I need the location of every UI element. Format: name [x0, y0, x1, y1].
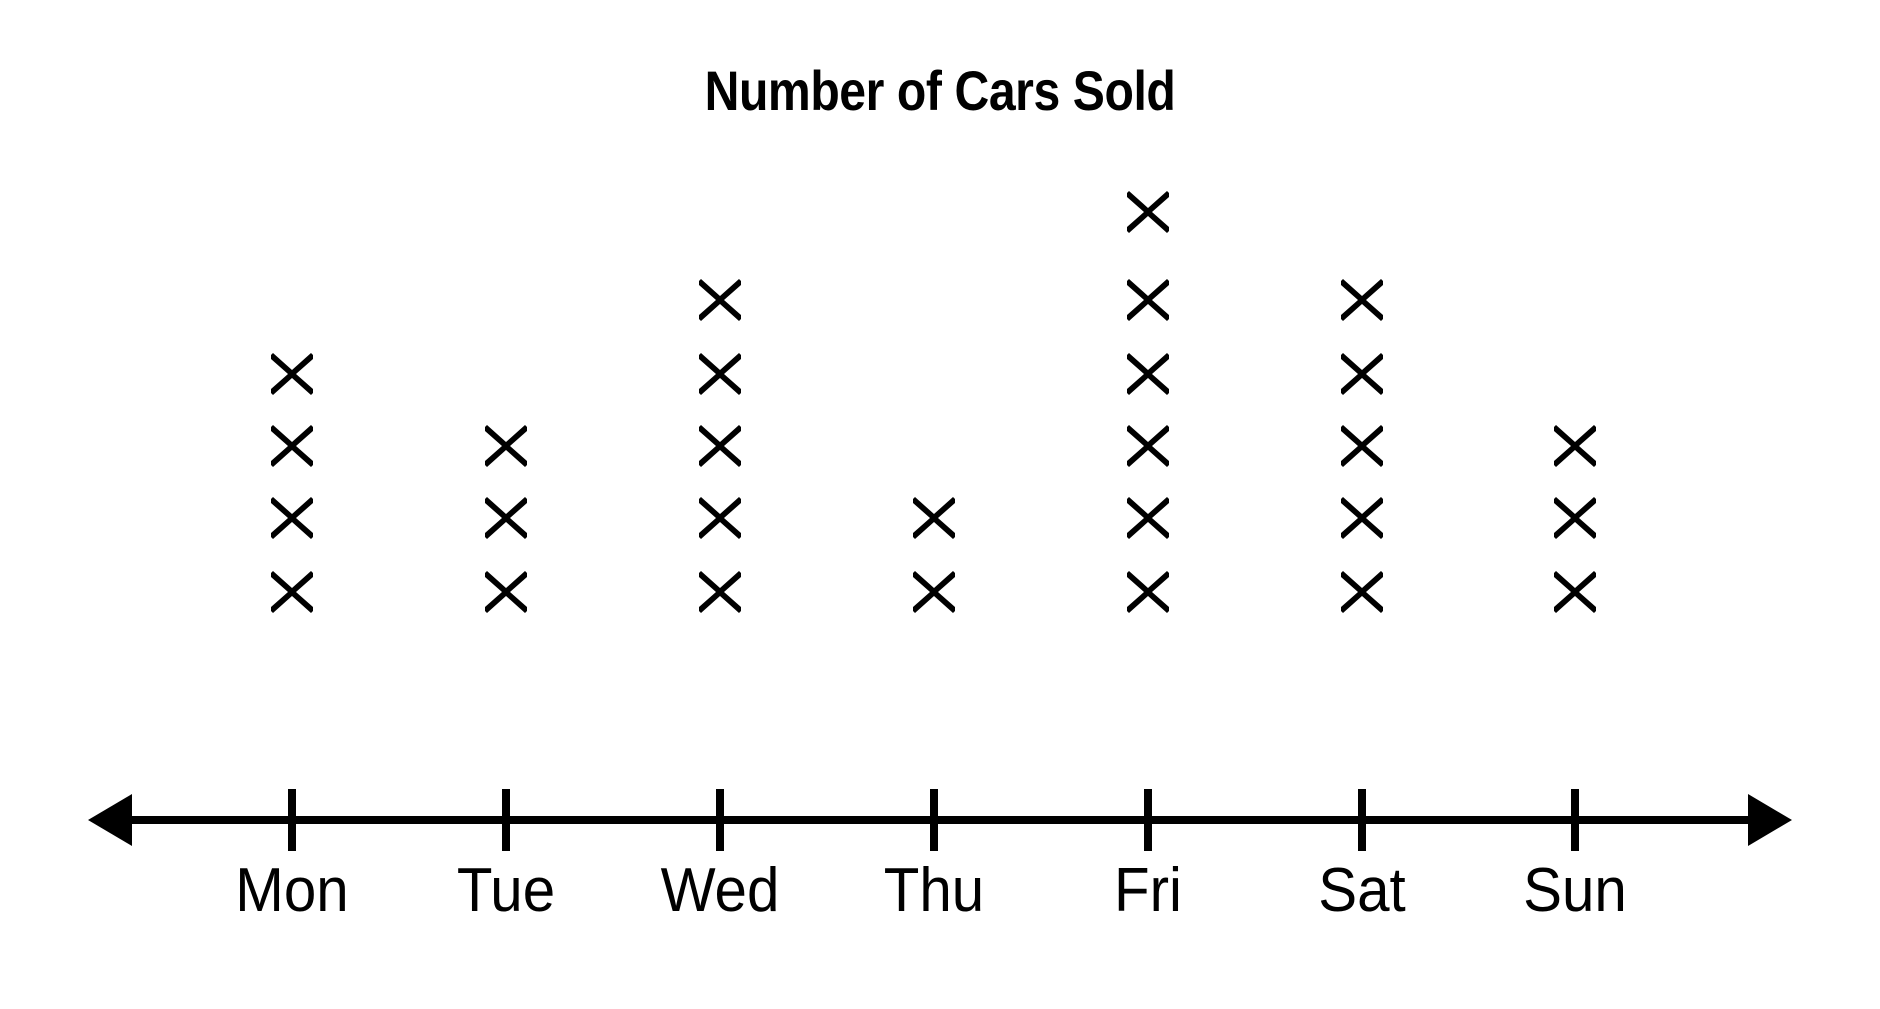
data-marker-x: [692, 490, 748, 546]
x-axis-label-mon: Mon: [235, 856, 349, 925]
data-marker-x: [264, 418, 320, 474]
data-marker-x: [264, 564, 320, 620]
x-axis-label-sun: Sun: [1523, 856, 1627, 925]
data-marker-x: [264, 346, 320, 402]
data-marker-x: [692, 564, 748, 620]
data-marker-x: [1334, 564, 1390, 620]
x-axis-label-tue: Tue: [456, 856, 556, 925]
data-marker-x: [692, 418, 748, 474]
data-marker-x: [1120, 490, 1176, 546]
data-marker-x: [264, 490, 320, 546]
data-marker-x: [1120, 272, 1176, 328]
data-marker-x: [1120, 184, 1176, 240]
data-marker-x: [1334, 272, 1390, 328]
data-marker-x: [1120, 346, 1176, 402]
data-marker-x: [692, 272, 748, 328]
dot-plot-figure: Number of Cars Sold Mon Tue Wed Thu Fri Sat Su…: [0, 0, 1880, 1009]
x-axis-label-wed: Wed: [660, 856, 780, 925]
data-marker-x: [1334, 418, 1390, 474]
data-marker-x: [478, 490, 534, 546]
data-marker-x: [1547, 564, 1603, 620]
data-marker-x: [906, 564, 962, 620]
x-axis-label-sat: Sat: [1318, 856, 1406, 925]
data-marker-x: [478, 564, 534, 620]
data-marker-x: [1334, 490, 1390, 546]
x-axis-label-fri: Fri: [1114, 856, 1182, 925]
data-marker-x: [1120, 418, 1176, 474]
data-marker-x: [692, 346, 748, 402]
data-marker-x: [906, 490, 962, 546]
data-marker-x: [478, 418, 534, 474]
data-marker-x: [1547, 490, 1603, 546]
data-marker-x: [1120, 564, 1176, 620]
data-marker-x: [1547, 418, 1603, 474]
data-marker-x: [1334, 346, 1390, 402]
x-axis-label-thu: Thu: [883, 856, 985, 925]
